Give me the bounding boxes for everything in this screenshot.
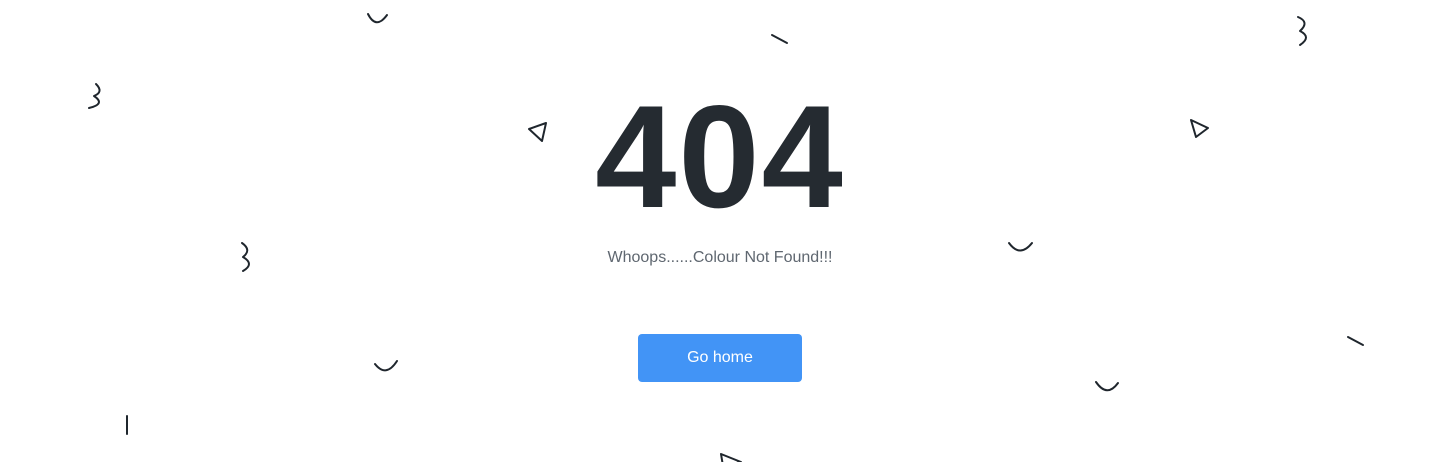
error-code-heading: 404 [595,75,845,238]
not-found-page: 404 Whoops......Colour Not Found!!! Go h… [0,0,1440,462]
go-home-button[interactable]: Go home [638,334,802,382]
error-content: 404 Whoops......Colour Not Found!!! Go h… [0,0,1440,462]
error-message: Whoops......Colour Not Found!!! [607,249,833,266]
